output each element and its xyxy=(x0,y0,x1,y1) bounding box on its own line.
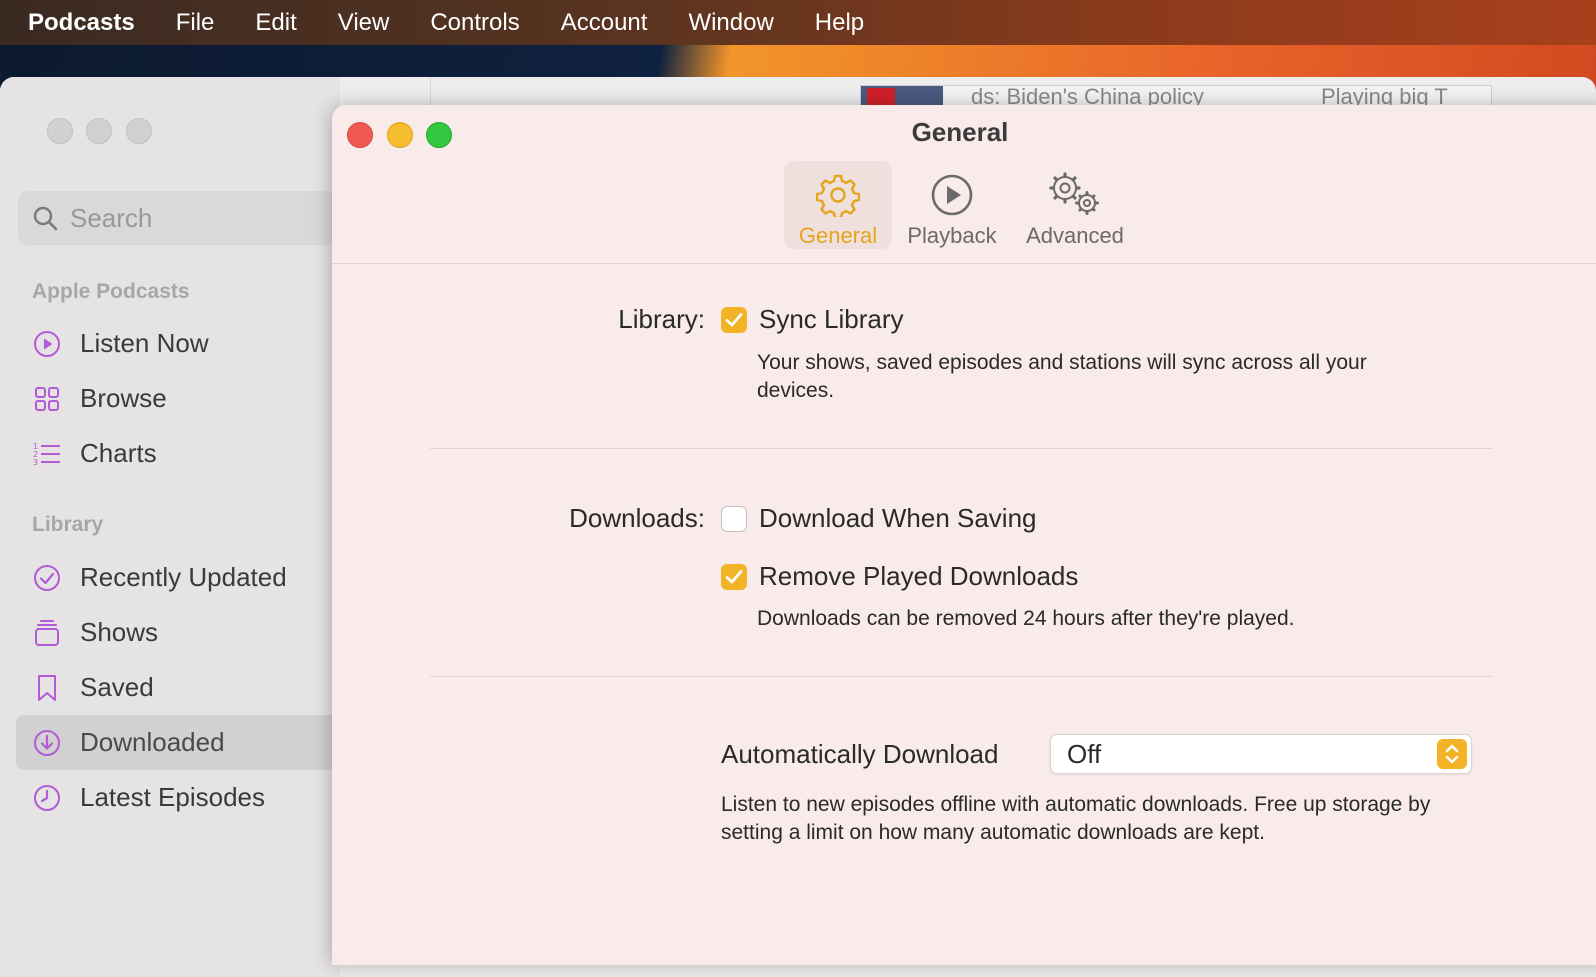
menu-edit[interactable]: Edit xyxy=(255,9,296,37)
tab-general[interactable]: General xyxy=(784,161,892,249)
menu-app-name[interactable]: Podcasts xyxy=(28,9,135,37)
sync-library-row[interactable]: Sync Library xyxy=(721,304,904,335)
download-when-saving-row[interactable]: Download When Saving xyxy=(721,503,1037,534)
sidebar-item-label: Saved xyxy=(80,672,154,702)
sidebar-item-label: Listen Now xyxy=(80,328,209,358)
sidebar-item-latest-episodes[interactable]: Latest Episodes xyxy=(16,770,346,825)
sidebar-item-browse[interactable]: Browse xyxy=(16,371,346,426)
sidebar-item-saved[interactable]: Saved xyxy=(16,660,346,715)
sidebar-item-shows[interactable]: Shows xyxy=(16,605,346,660)
gears-icon xyxy=(1047,167,1103,217)
auto-download-select[interactable]: Off xyxy=(1050,734,1472,774)
sidebar-item-label: Browse xyxy=(80,383,167,413)
tab-label: General xyxy=(798,223,878,248)
sidebar-item-listen-now[interactable]: Listen Now xyxy=(16,316,346,371)
library-label: Library: xyxy=(618,304,705,334)
chevron-up-down-icon xyxy=(1437,739,1467,769)
sidebar-item-label: Recently Updated xyxy=(80,562,287,592)
sidebar: Search Apple Podcasts Listen Now Browse … xyxy=(0,77,348,977)
svg-text:3: 3 xyxy=(33,458,38,467)
menu-bar: Podcasts File Edit View Controls Account… xyxy=(0,0,1596,45)
auto-download-value: Off xyxy=(1067,738,1102,769)
grid-icon xyxy=(32,384,62,414)
sync-library-label: Sync Library xyxy=(759,304,904,334)
menu-controls[interactable]: Controls xyxy=(430,9,519,37)
download-when-saving-checkbox[interactable] xyxy=(721,505,747,532)
sidebar-item-label: Charts xyxy=(80,438,157,468)
tab-label: Advanced xyxy=(1026,223,1124,248)
menu-account[interactable]: Account xyxy=(561,9,648,37)
play-circle-icon xyxy=(32,329,62,359)
gear-icon xyxy=(816,167,860,217)
menu-view[interactable]: View xyxy=(338,9,390,37)
search-icon xyxy=(33,206,58,231)
download-when-saving-label: Download When Saving xyxy=(759,503,1037,533)
tab-advanced[interactable]: Advanced xyxy=(1018,161,1132,249)
play-circle-icon xyxy=(930,167,974,217)
menu-help[interactable]: Help xyxy=(815,9,864,37)
tab-label: Playback xyxy=(907,223,997,248)
minimize-button-inactive[interactable] xyxy=(86,118,112,144)
divider xyxy=(430,448,1492,449)
search-placeholder: Search xyxy=(70,202,153,233)
window-title: General xyxy=(911,117,1009,147)
sidebar-item-recently-updated[interactable]: Recently Updated xyxy=(16,550,346,605)
remove-played-downloads-checkbox[interactable] xyxy=(721,563,747,590)
sidebar-item-label: Latest Episodes xyxy=(80,782,266,812)
bookmark-icon xyxy=(32,673,62,703)
sidebar-item-label: Downloaded xyxy=(80,727,225,757)
zoom-button-inactive[interactable] xyxy=(126,118,152,144)
sidebar-item-label: Shows xyxy=(80,617,159,647)
remove-played-description: Downloads can be removed 24 hours after … xyxy=(757,607,1295,630)
menu-window[interactable]: Window xyxy=(688,9,773,37)
clock-icon xyxy=(32,783,62,813)
section-apple-podcasts: Apple Podcasts xyxy=(32,280,190,303)
list-icon: 123 xyxy=(32,439,62,469)
search-field[interactable]: Search xyxy=(18,191,348,245)
check-circle-icon xyxy=(32,563,62,593)
tab-playback[interactable]: Playback xyxy=(898,161,1006,249)
downloads-label: Downloads: xyxy=(569,503,705,533)
close-button-inactive[interactable] xyxy=(47,118,73,144)
sync-library-description: Your shows, saved episodes and stations … xyxy=(757,351,1367,402)
sidebar-item-charts[interactable]: 123 Charts xyxy=(16,426,346,481)
sync-library-checkbox[interactable] xyxy=(721,306,747,333)
remove-played-downloads-label: Remove Played Downloads xyxy=(759,561,1079,591)
section-library: Library xyxy=(32,513,104,536)
preferences-window: General General Playback Advanced Librar… xyxy=(332,105,1596,965)
auto-download-description: Listen to new episodes offline with auto… xyxy=(721,793,1431,844)
divider xyxy=(430,676,1492,677)
remove-played-downloads-row[interactable]: Remove Played Downloads xyxy=(721,561,1078,592)
sidebar-item-downloaded[interactable]: Downloaded xyxy=(16,715,346,770)
menu-file[interactable]: File xyxy=(176,9,215,37)
download-circle-icon xyxy=(32,728,62,758)
auto-download-label: Automatically Download xyxy=(721,739,999,769)
stack-icon xyxy=(32,618,62,648)
